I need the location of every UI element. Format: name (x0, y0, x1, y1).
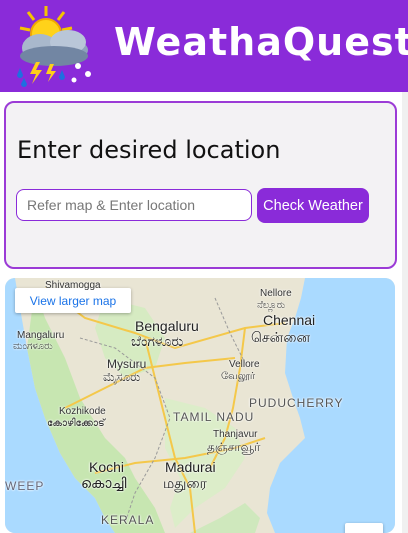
map-label-kozhikode-local: കോഴിക്കോട് (47, 418, 105, 429)
map-label-mangaluru-local: ಮಂಗಳೂರು (13, 341, 53, 352)
map-label-puducherry: PUDUCHERRY (249, 396, 344, 410)
map-zoom-control[interactable] (345, 523, 383, 533)
map-label-mangaluru: Mangaluru (17, 330, 65, 341)
location-search-card: Enter desired location Check Weather (4, 101, 397, 269)
map-label-thanjavur: Thanjavur (213, 429, 258, 440)
map-label-mysuru-local: ಮೈಸೂರು (103, 370, 141, 384)
map-label-kochi-local: കൊച്ചി (81, 475, 127, 491)
map-label-kochi: Kochi (89, 459, 125, 475)
app-title: WeathaQuest (114, 20, 408, 64)
map-label-thanjavur-local: தஞ்சாவூர் (207, 440, 261, 454)
map-label-mysuru: Mysuru (107, 357, 147, 371)
weather-storm-sun-icon (17, 6, 91, 87)
map-label-madurai: Madurai (165, 459, 216, 475)
search-heading: Enter desired location (17, 136, 281, 164)
map-label-bengaluru: Bengaluru (135, 318, 199, 334)
map-label-bengaluru-local: ಬೆಂಗಳೂರು (131, 333, 184, 349)
map-label-vellore: Vellore (229, 359, 260, 370)
map-label-kerala: KERALA (101, 513, 155, 527)
map-label-weep: WEEP (5, 479, 45, 493)
app-header: WeathaQuest (0, 0, 408, 92)
map-label-nellore-local: ನೆಲ್ಲೂರು (257, 300, 286, 311)
check-weather-button[interactable]: Check Weather (257, 188, 369, 223)
map-label-shivamogga: Shivamogga (45, 280, 101, 291)
location-input[interactable] (16, 189, 252, 221)
embedded-map[interactable]: View larger map Shivamogga Nellore ನೆಲ್ಲ… (5, 278, 395, 533)
view-larger-map-link[interactable]: View larger map (15, 288, 131, 313)
map-label-chennai: Chennai (263, 312, 316, 328)
map-label-chennai-local: சென்னை (251, 329, 311, 345)
map-label-kozhikode: Kozhikode (59, 406, 106, 417)
map-label-nellore: Nellore (260, 288, 292, 299)
map-label-tamil-nadu: TAMIL NADU (173, 410, 255, 424)
map-label-vellore-local: வேலூர் (221, 371, 256, 382)
map-label-madurai-local: மதுரை (163, 475, 207, 491)
page-scrollbar[interactable] (402, 92, 408, 533)
